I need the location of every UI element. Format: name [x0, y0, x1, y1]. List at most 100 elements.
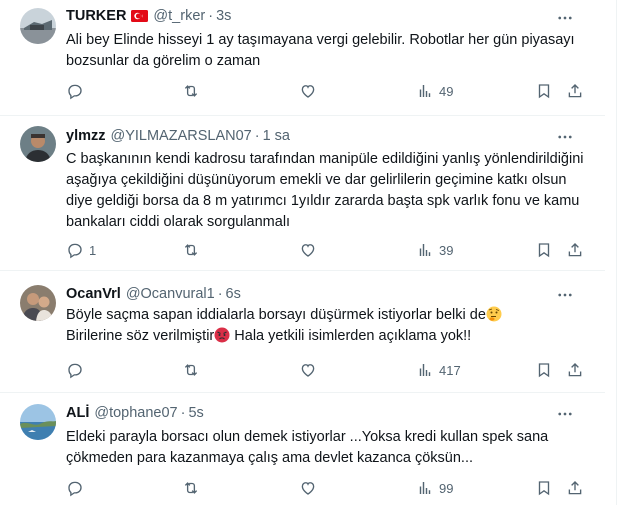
tweet-header: OcanVrl @Ocanvural1 · 6s	[66, 284, 241, 304]
tweet-actions: 99	[66, 478, 586, 498]
bookmark-icon	[538, 363, 550, 378]
more-icon[interactable]	[555, 127, 575, 147]
views-icon	[419, 482, 431, 494]
repost-button[interactable]	[182, 360, 205, 380]
more-icon[interactable]	[555, 8, 575, 28]
timestamp[interactable]: 1 sa	[263, 128, 290, 144]
bookmark-icon	[538, 84, 550, 99]
views-count: 99	[439, 480, 454, 496]
repost-icon	[184, 244, 198, 256]
bookmark-button[interactable]	[535, 81, 553, 101]
bookmark-button[interactable]	[535, 240, 553, 260]
reply-button[interactable]: 1	[66, 240, 96, 260]
thinking-face-icon	[486, 306, 502, 322]
like-button[interactable]	[299, 240, 322, 260]
repost-icon	[184, 85, 198, 97]
timestamp[interactable]: 3s	[216, 8, 231, 24]
share-button[interactable]	[566, 240, 584, 260]
views-icon	[419, 85, 431, 97]
reply-icon	[68, 243, 82, 259]
like-icon	[301, 244, 315, 257]
views-count: 39	[439, 242, 454, 258]
views-icon	[419, 244, 431, 256]
share-button[interactable]	[566, 478, 584, 498]
views-count: 49	[439, 83, 454, 99]
views-button[interactable]: 39	[416, 240, 453, 260]
share-icon	[568, 243, 582, 257]
tweet-text-line: Hala yetkili isimlerden açıklama yok!!	[230, 328, 472, 344]
more-icon[interactable]	[555, 285, 575, 305]
share-button[interactable]	[566, 81, 584, 101]
bookmark-button[interactable]	[535, 478, 553, 498]
repost-button[interactable]	[182, 478, 205, 498]
views-count: 417	[439, 362, 461, 378]
tweet-header: TURKER @t_rker · 3s	[66, 6, 231, 26]
reply-count: 1	[89, 242, 97, 258]
like-icon	[301, 364, 315, 377]
avatar[interactable]	[20, 285, 56, 321]
tweet-card[interactable]: ALİ @tophane07 · 5s Eldeki parayla borsa…	[0, 393, 605, 505]
reply-button[interactable]	[66, 81, 89, 101]
share-icon	[568, 84, 582, 98]
tweet-text: C başkanının kendi kadrosu tarafından ma…	[66, 151, 584, 230]
turkey-flag-icon	[131, 10, 149, 22]
timeline-feed: TURKER @t_rker · 3s Ali bey Elinde hisse…	[0, 0, 617, 505]
user-handle[interactable]: @YILMAZARSLAN07	[111, 128, 252, 144]
tweet-header: ylmzz @YILMAZARSLAN07 · 1 sa	[66, 126, 290, 146]
views-button[interactable]: 417	[416, 360, 461, 380]
timestamp[interactable]: 6s	[226, 286, 241, 302]
tweet-card[interactable]: TURKER @t_rker · 3s Ali bey Elinde hisse…	[0, 0, 605, 116]
tweet-text-line: Birilerine söz verilmiştir	[66, 328, 215, 344]
tweet-text: Ali bey Elinde hisseyi 1 ay taşımayana v…	[66, 32, 575, 69]
avatar[interactable]	[20, 8, 56, 44]
tweet-card[interactable]: ylmzz @YILMAZARSLAN07 · 1 sa C başkanını…	[0, 116, 605, 271]
repost-icon	[184, 364, 198, 376]
views-button[interactable]: 99	[416, 478, 453, 498]
reply-icon	[68, 481, 82, 497]
like-icon	[301, 85, 315, 98]
views-icon	[419, 364, 431, 376]
separator-dot: ·	[180, 405, 186, 421]
like-icon	[301, 482, 315, 495]
tweet-actions: 49	[66, 81, 586, 101]
like-button[interactable]	[299, 478, 322, 498]
tweet-card[interactable]: OcanVrl @Ocanvural1 · 6s Böyle saçma sap…	[0, 271, 605, 393]
tweet-text-line: Böyle saçma sapan iddialarla borsayı düş…	[66, 307, 486, 323]
bookmark-button[interactable]	[535, 360, 553, 380]
like-button[interactable]	[299, 360, 322, 380]
separator-dot: ·	[217, 286, 223, 302]
display-name[interactable]: ylmzz	[66, 128, 106, 144]
views-button[interactable]: 49	[416, 81, 453, 101]
user-handle[interactable]: @t_rker	[153, 8, 205, 24]
avatar[interactable]	[20, 126, 56, 162]
like-button[interactable]	[299, 81, 322, 101]
display-name[interactable]: OcanVrl	[66, 286, 121, 302]
reply-button[interactable]	[66, 478, 89, 498]
repost-button[interactable]	[182, 240, 205, 260]
separator-dot: ·	[208, 8, 214, 24]
angry-face-icon	[214, 327, 230, 343]
bookmark-icon	[538, 243, 550, 258]
tweet-text: Eldeki parayla borsacı olun demek istiyo…	[66, 429, 549, 466]
share-icon	[568, 363, 582, 377]
timestamp[interactable]: 5s	[188, 405, 203, 421]
share-button[interactable]	[566, 360, 584, 380]
repost-button[interactable]	[182, 81, 205, 101]
repost-icon	[184, 482, 198, 494]
tweet-header: ALİ @tophane07 · 5s	[66, 403, 204, 423]
bookmark-icon	[538, 481, 550, 496]
separator-dot: ·	[254, 128, 260, 144]
tweet-actions: 417	[66, 360, 586, 380]
more-icon[interactable]	[555, 404, 575, 424]
display-name[interactable]: ALİ	[66, 405, 89, 421]
tweet-text: Böyle saçma sapan iddialarla borsayı düş…	[66, 305, 586, 347]
share-icon	[568, 481, 582, 495]
reply-button[interactable]	[66, 360, 89, 380]
user-handle[interactable]: @Ocanvural1	[126, 286, 215, 302]
reply-icon	[68, 84, 82, 100]
tweet-actions: 1 39	[66, 240, 586, 260]
user-handle[interactable]: @tophane07	[94, 405, 177, 421]
display-name[interactable]: TURKER	[66, 8, 126, 24]
reply-icon	[68, 363, 82, 379]
avatar[interactable]	[20, 404, 56, 440]
